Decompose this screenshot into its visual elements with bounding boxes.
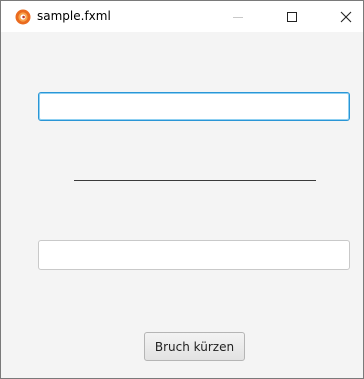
window-title: sample.fxml bbox=[37, 9, 111, 23]
app-window: sample.fxml Bruch kürzen bbox=[0, 0, 364, 379]
close-icon bbox=[340, 11, 352, 22]
numerator-input[interactable] bbox=[38, 92, 350, 121]
fraction-line bbox=[74, 180, 316, 181]
reduce-fraction-button[interactable]: Bruch kürzen bbox=[144, 332, 245, 361]
minimize-button[interactable] bbox=[215, 1, 261, 32]
maximize-button[interactable] bbox=[269, 1, 315, 32]
close-button[interactable] bbox=[323, 1, 363, 32]
denominator-input[interactable] bbox=[38, 240, 350, 270]
content-pane: Bruch kürzen bbox=[1, 32, 363, 378]
minimize-icon bbox=[233, 16, 243, 18]
title-bar[interactable]: sample.fxml bbox=[1, 1, 363, 32]
maximize-icon bbox=[287, 11, 297, 22]
java-duke-icon bbox=[15, 9, 31, 25]
